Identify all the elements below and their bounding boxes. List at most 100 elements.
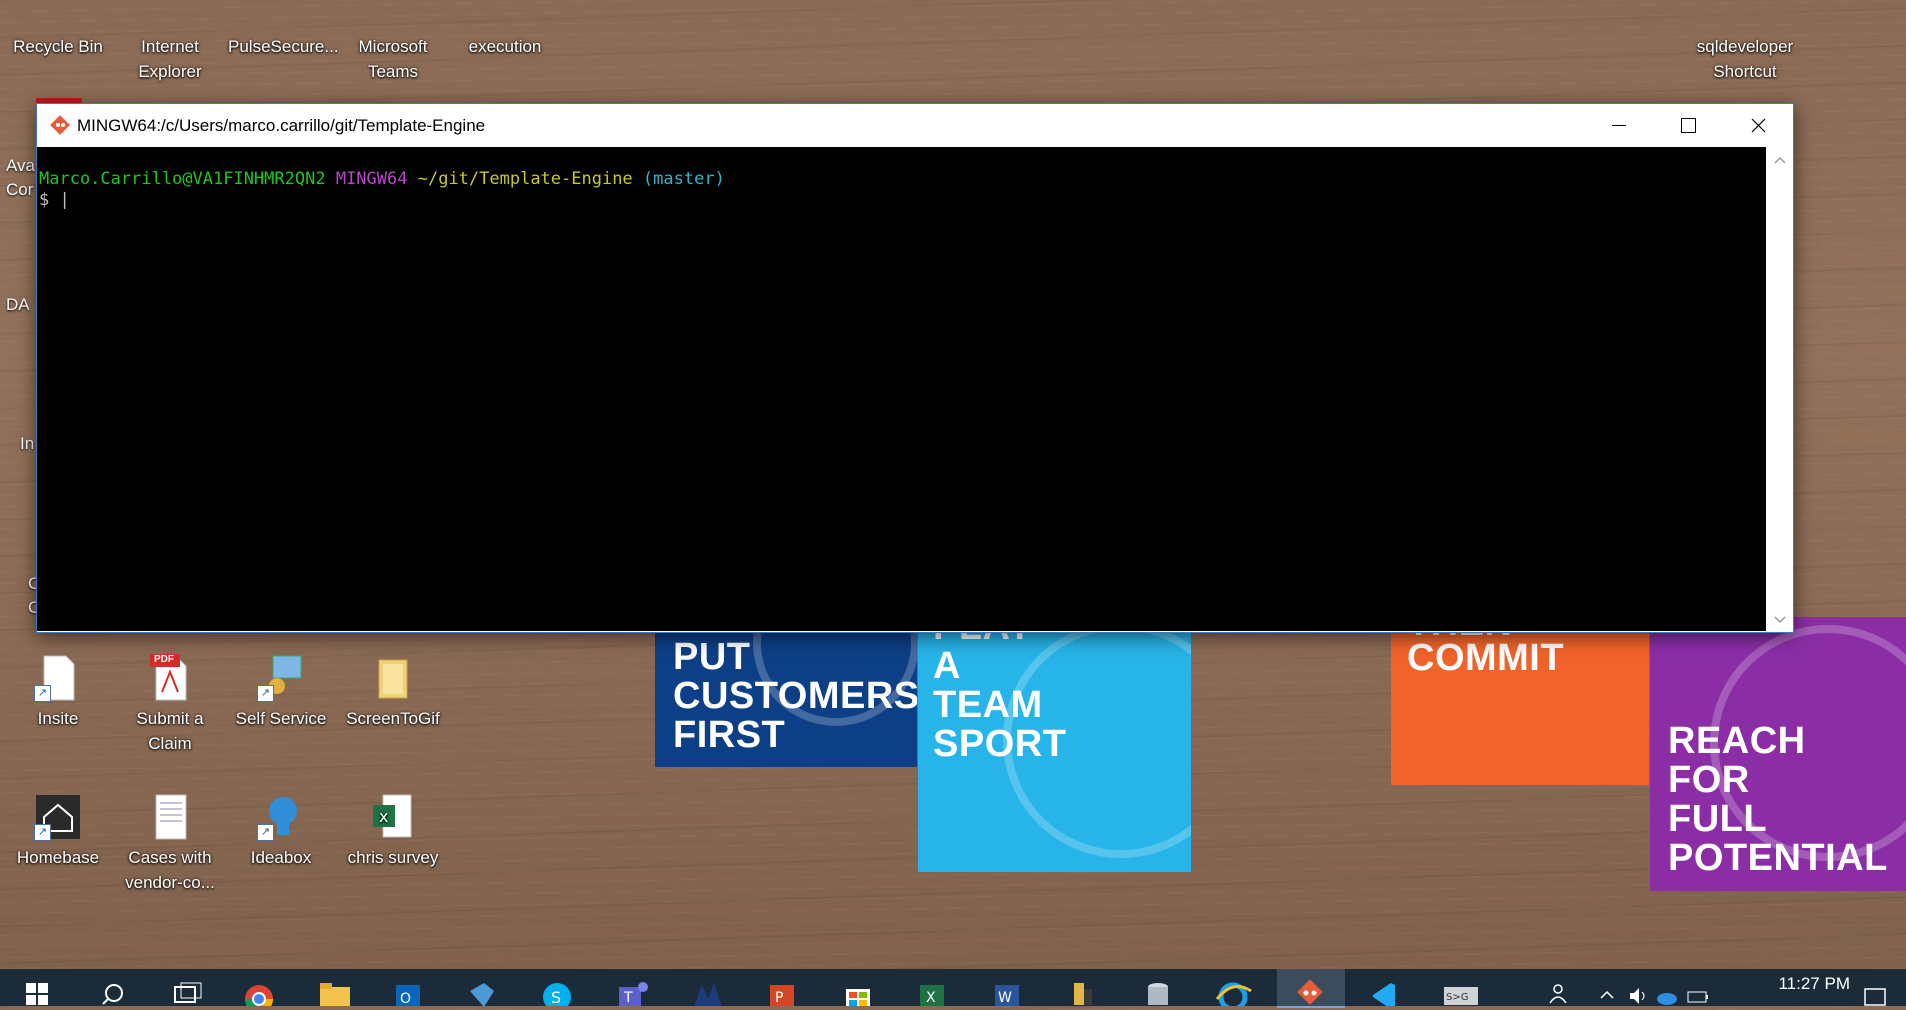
internet-explorer-icon — [1215, 982, 1252, 1010]
desktop-icon-sqldeveloper[interactable]: sqldeveloper Shortcut — [1690, 0, 1796, 84]
taskbar-skype[interactable]: S — [529, 969, 585, 1010]
taskbar-clock[interactable]: 11:27 PM — [1778, 974, 1850, 994]
desktop-icon-label: Microsoft Teams — [358, 37, 428, 81]
people-icon — [1549, 984, 1567, 1004]
taskbar-powerpoint[interactable]: P — [754, 969, 810, 1007]
chevron-up-icon — [1600, 990, 1614, 999]
scroll-up-icon[interactable] — [1767, 151, 1793, 171]
desktop-icon-label: Submit a Claim — [136, 709, 204, 753]
self-service-icon: ↗ — [257, 654, 305, 702]
scroll-down-icon[interactable] — [1767, 609, 1793, 629]
desktop-icon-microsoft-teams[interactable]: Microsoft Teams — [340, 0, 446, 84]
prompt-branch: (master) — [642, 169, 725, 189]
taskbar-vscode[interactable] — [1355, 969, 1411, 1009]
desktop-icon-ideabox[interactable]: ↗ Ideabox — [228, 793, 334, 870]
minimize-button[interactable] — [1583, 104, 1653, 147]
svg-text:W: W — [998, 990, 1012, 1006]
prompt-line: Marco.Carrillo@VA1FINHMR2QN2 MINGW64 ~/g… — [39, 169, 725, 190]
desktop-icon-insite[interactable]: ↗ Insite — [5, 654, 111, 731]
desktop-icon-cases-with-vendor[interactable]: Cases with vendor-co... — [117, 793, 223, 895]
svg-text:S: S — [551, 988, 561, 1006]
taskbar-internet-explorer[interactable] — [1205, 969, 1261, 1010]
desktop-icon-label: Cases with vendor-co... — [125, 848, 215, 892]
prompt-input-line[interactable]: $ | — [39, 190, 70, 211]
git-bash-window[interactable]: MINGW64:/c/Users/marco.carrillo/git/Temp… — [36, 103, 1794, 633]
onedrive-button[interactable] — [1652, 969, 1682, 1006]
svg-text:S>G: S>G — [1446, 992, 1468, 1003]
svg-text:T: T — [623, 990, 633, 1006]
volume-button[interactable] — [1622, 969, 1652, 1006]
start-button[interactable] — [8, 969, 64, 1006]
tray-overflow-button[interactable] — [1592, 969, 1622, 1006]
people-button[interactable] — [1530, 969, 1586, 1006]
pulse-icon — [470, 983, 494, 1007]
taskbar-store[interactable] — [830, 969, 886, 1007]
desktop-icon-label: Insite — [37, 709, 79, 728]
taskbar-dynamics[interactable] — [680, 969, 736, 1007]
action-center-button[interactable] — [1855, 969, 1895, 1006]
desktop-icon-homebase[interactable]: ↗ Homebase — [5, 793, 111, 870]
svg-text:X: X — [926, 990, 936, 1006]
taskbar-file-explorer[interactable] — [306, 969, 362, 1007]
desktop-icon-label: Recycle Bin — [13, 37, 103, 56]
taskbar-chrome[interactable] — [231, 969, 287, 1010]
taskbar-teams[interactable]: T — [603, 969, 659, 1007]
minimize-icon — [1612, 125, 1626, 126]
desktop-icon-pulsesecure[interactable]: PulseSecure... — [228, 0, 339, 59]
taskbar-outlook[interactable]: O — [380, 969, 436, 1007]
taskbar-word[interactable]: W — [979, 969, 1035, 1007]
close-button[interactable] — [1723, 104, 1793, 147]
desktop-icon-execution[interactable]: execution — [452, 0, 558, 59]
taskbar-pulse[interactable] — [454, 969, 510, 1007]
desktop-icon-label: Homebase — [16, 848, 100, 867]
tools-icon — [1074, 983, 1092, 1005]
terminal-scrollbar[interactable] — [1767, 147, 1793, 631]
taskbar-database[interactable] — [1130, 969, 1186, 1006]
store-icon — [846, 989, 870, 1007]
partial-icon-label: DA — [6, 295, 30, 314]
search-button[interactable] — [85, 969, 141, 1006]
vscode-icon — [1373, 983, 1395, 1009]
prompt-path: ~/git/Template-Engine — [417, 169, 633, 189]
desktop-icon-label: Self Service — [235, 709, 327, 728]
shortcut-arrow-icon: ↗ — [257, 685, 274, 702]
excel-icon: x — [369, 793, 417, 841]
taskbar-git-bash[interactable] — [1277, 969, 1345, 1008]
desktop-icon-chris-survey[interactable]: x chris survey — [340, 793, 446, 870]
desktop-icon-self-service[interactable]: ↗ Self Service — [228, 654, 334, 731]
ideabox-icon: ↗ — [257, 793, 305, 841]
tile-reach-for-full-potential: REACH FOR FULL POTENTIAL — [1650, 617, 1906, 891]
terminal-output[interactable]: Marco.Carrillo@VA1FINHMR2QN2 MINGW64 ~/g… — [37, 147, 1766, 631]
shortcut-arrow-icon: ↗ — [257, 824, 274, 841]
battery-icon — [1687, 991, 1708, 1003]
svg-text:P: P — [775, 990, 783, 1006]
homebase-icon: ↗ — [34, 793, 82, 841]
taskbar-excel[interactable]: X — [904, 969, 960, 1007]
tile-text: REACH FOR FULL POTENTIAL — [1668, 720, 1888, 879]
cloud-icon — [1657, 993, 1677, 1005]
tile-text: COMMIT — [1407, 637, 1565, 679]
search-icon — [102, 984, 123, 1005]
tile-text: A TEAM SPORT — [933, 645, 1067, 765]
maximize-button[interactable] — [1653, 104, 1723, 147]
desktop-icon-internet-explorer[interactable]: Internet Explorer — [117, 0, 223, 84]
task-view-icon — [174, 982, 202, 1003]
taskbar-sql[interactable]: S>G — [1432, 969, 1488, 1006]
pdf-badge: PDF — [154, 654, 174, 665]
taskbar-tools[interactable] — [1054, 969, 1110, 1006]
excel-icon: X — [920, 985, 944, 1007]
notification-icon — [1864, 988, 1886, 1006]
desktop-icon-label: Internet Explorer — [138, 37, 202, 81]
task-view-button[interactable] — [157, 969, 213, 1006]
prompt-user: Marco.Carrillo@VA1FINHMR2QN2 — [39, 169, 326, 189]
folder-icon — [369, 654, 417, 702]
window-titlebar[interactable]: MINGW64:/c/Users/marco.carrillo/git/Temp… — [37, 104, 1793, 147]
desktop-icon-recycle-bin[interactable]: Recycle Bin — [5, 0, 111, 59]
desktop-icon-screentogif[interactable]: ScreenToGif — [340, 654, 446, 731]
svg-text:x: x — [379, 807, 388, 826]
git-bash-icon — [50, 115, 70, 135]
desktop-icon-submit-a-claim[interactable]: PDF Submit a Claim — [117, 654, 223, 756]
pdf-icon: PDF — [146, 654, 194, 702]
battery-button[interactable] — [1682, 969, 1712, 1006]
partial-icon-label: Cor — [6, 180, 34, 199]
